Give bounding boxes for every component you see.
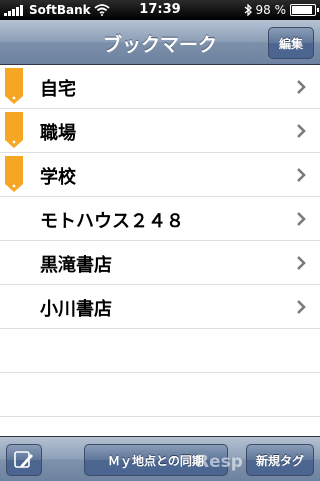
list-item[interactable]: 職場 [0, 109, 320, 153]
chevron-right-icon [297, 80, 306, 94]
status-right: 98 % [244, 3, 319, 17]
battery-fill [292, 6, 312, 14]
list-item[interactable]: 小川書店 [0, 285, 320, 329]
list-item[interactable]: 学校 [0, 153, 320, 197]
chevron-right-icon [297, 212, 306, 226]
list-item[interactable]: 自宅 [0, 65, 320, 109]
list-item[interactable]: 黒滝書店 [0, 241, 320, 285]
chevron-right-icon [297, 124, 306, 138]
bookmark-list: 自宅 職場 学校 モトハウス２４８ 黒滝書店 小川書店 [0, 65, 320, 417]
edit-order-button[interactable] [6, 444, 42, 476]
chevron-right-icon [297, 256, 306, 270]
new-tag-button[interactable]: 新規タグ [246, 444, 314, 476]
list-item[interactable]: モトハウス２４８ [0, 197, 320, 241]
list-item-label: 職場 [40, 123, 76, 144]
battery-icon [290, 4, 319, 16]
empty-row [0, 373, 320, 417]
list-item-label: 学校 [40, 167, 76, 188]
edit-button[interactable]: 編集 [268, 27, 314, 59]
list-item-label: 自宅 [40, 79, 76, 100]
list-item-label: モトハウス２４８ [40, 211, 184, 232]
bottom-toolbar: Ｍｙ地点との同期 新規タグ [0, 436, 320, 481]
navigation-bar: ブックマーク 編集 [0, 20, 320, 65]
list-item-label: 黒滝書店 [40, 255, 112, 276]
empty-row [0, 329, 320, 373]
sync-my-places-button[interactable]: Ｍｙ地点との同期 [84, 444, 228, 476]
status-bar: SoftBank 17:39 98 % [0, 0, 320, 20]
chevron-right-icon [297, 300, 306, 314]
chevron-right-icon [297, 168, 306, 182]
battery-percent: 98 % [255, 3, 287, 17]
bookmark-tag-icon [5, 156, 23, 192]
bookmark-tag-icon [5, 68, 23, 104]
list-item-label: 小川書店 [40, 299, 112, 320]
bookmark-tag-icon [5, 112, 23, 148]
bluetooth-icon [244, 4, 252, 16]
edit-pen-icon [14, 451, 33, 468]
